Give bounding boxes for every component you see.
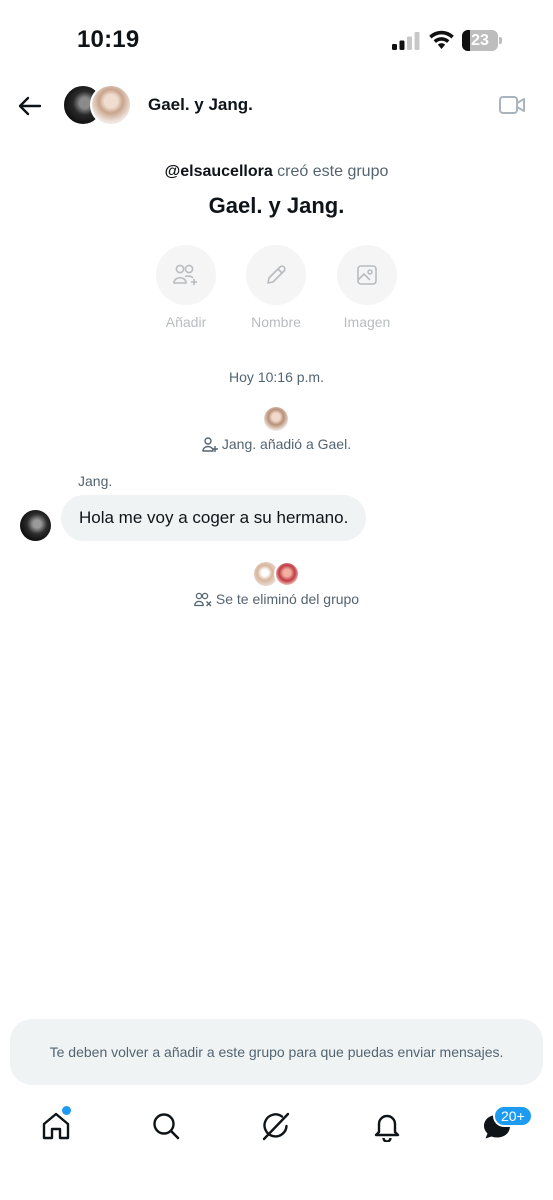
message-timestamp: Hoy 10:16 p.m. xyxy=(229,369,324,385)
avatar[interactable] xyxy=(264,407,288,431)
rejoin-notice: Te deben volver a añadir a este grupo pa… xyxy=(10,1019,543,1085)
bottom-navigation xyxy=(0,1100,553,1156)
back-arrow-icon[interactable] xyxy=(16,92,44,120)
status-time: 10:19 xyxy=(77,26,140,53)
pencil-icon xyxy=(267,265,286,284)
home-notification-dot xyxy=(62,1106,71,1115)
sender-name: Jang. xyxy=(78,473,113,489)
avatar xyxy=(90,84,132,126)
video-camera-icon[interactable] xyxy=(498,93,526,117)
member-added-event: Jang. añadió a Gael. xyxy=(0,436,553,452)
add-person-icon xyxy=(202,436,218,452)
add-people-icon xyxy=(173,264,197,285)
group-avatars[interactable] xyxy=(62,84,134,126)
image-icon xyxy=(357,265,377,285)
wifi-icon xyxy=(429,30,454,49)
battery-level: 23 xyxy=(471,32,489,49)
change-image-label: Imagen xyxy=(343,314,391,330)
conversation-title[interactable]: Gael. y Jang. xyxy=(148,95,253,115)
add-people-button[interactable]: Añadir xyxy=(146,245,226,330)
rename-button[interactable]: Nombre xyxy=(236,245,316,330)
removed-from-group-event: Se te eliminó del grupo xyxy=(0,591,553,607)
status-bar: 10:19 23 xyxy=(0,0,553,80)
message-bubble[interactable]: Hola me voy a coger a su hermano. xyxy=(61,495,367,541)
removed-from-group-text: Se te eliminó del grupo xyxy=(215,591,360,607)
change-image-button[interactable]: Imagen xyxy=(327,245,407,330)
search-icon[interactable] xyxy=(150,1110,182,1142)
creator-suffix: creó este grupo xyxy=(272,163,389,180)
rename-label: Nombre xyxy=(251,314,301,330)
cellular-signal-icon xyxy=(392,32,420,50)
group-creator-line: @elsaucellora creó este grupo xyxy=(0,163,553,181)
notifications-icon[interactable] xyxy=(371,1110,403,1142)
group-name: Gael. y Jang. xyxy=(208,193,345,218)
add-people-label: Añadir xyxy=(165,314,207,330)
messages-badge: 20+ xyxy=(493,1105,533,1127)
creator-handle[interactable]: @elsaucellora xyxy=(165,163,273,180)
grok-icon[interactable] xyxy=(260,1110,292,1142)
battery-indicator: 23 xyxy=(462,30,502,51)
avatar[interactable] xyxy=(274,561,300,587)
remove-people-icon xyxy=(194,592,212,606)
conversation-header: Gael. y Jang. xyxy=(0,80,553,132)
member-added-text: Jang. añadió a Gael. xyxy=(221,436,352,452)
avatar[interactable] xyxy=(20,510,51,541)
